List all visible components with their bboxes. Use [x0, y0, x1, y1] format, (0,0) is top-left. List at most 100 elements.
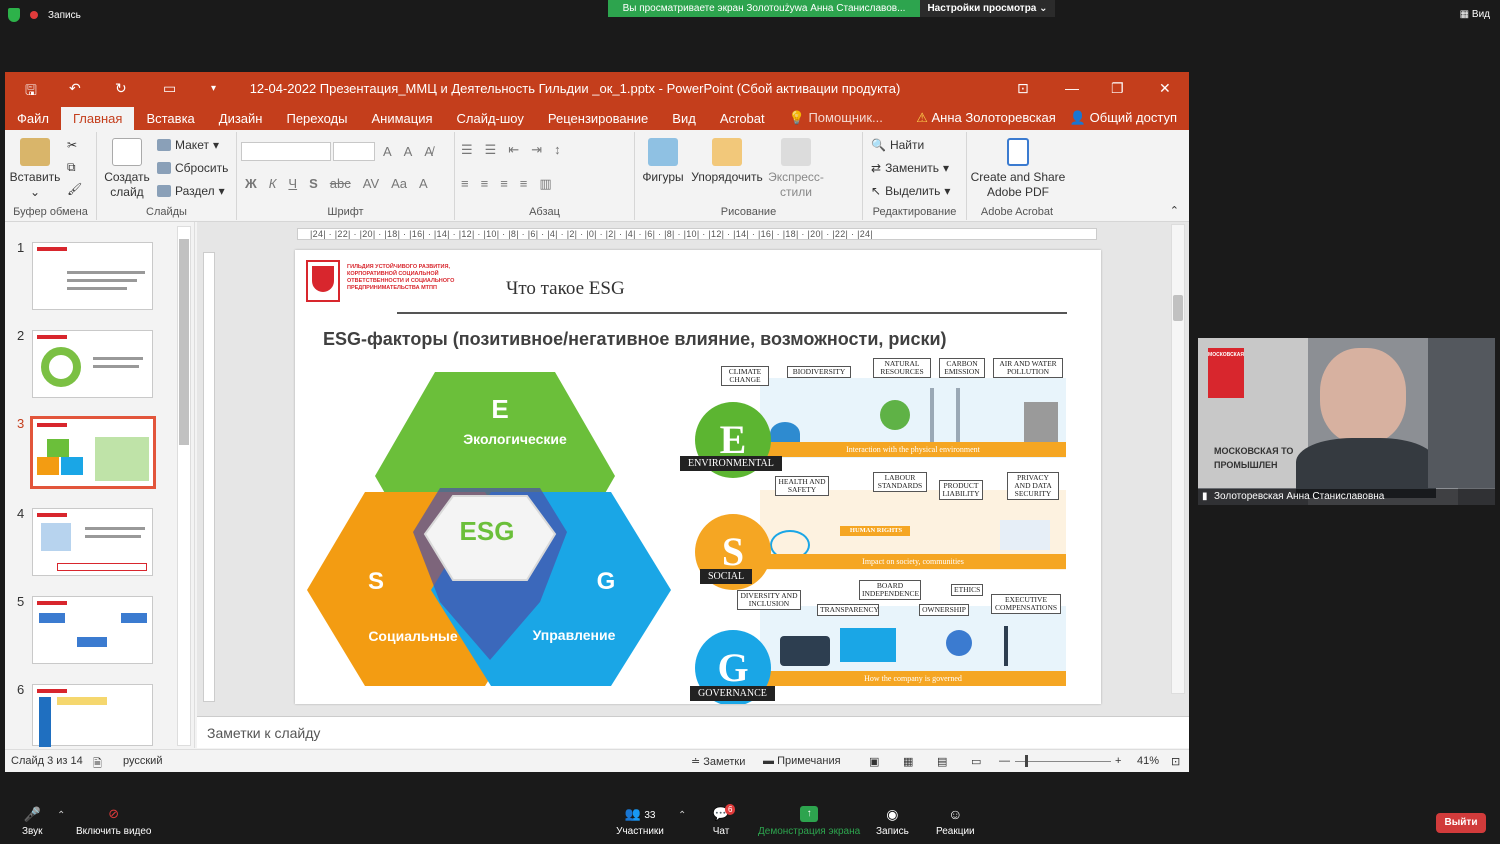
underline-icon[interactable]: Ч [288, 176, 297, 191]
scroll-thumb[interactable] [179, 239, 189, 445]
cut-icon[interactable]: ✂ [67, 138, 77, 152]
zoom-slider-thumb[interactable] [1025, 755, 1028, 767]
slide-title[interactable]: Что такое ESG [506, 278, 625, 300]
minimize-icon[interactable]: — [1065, 80, 1079, 96]
scroll-thumb[interactable] [1173, 295, 1183, 321]
fit-slide-icon[interactable]: ⊡ [1171, 755, 1180, 768]
slide-subtitle[interactable]: ESG-факторы (позитивное/негативное влиян… [323, 329, 947, 350]
tab-home[interactable]: Главная [60, 107, 135, 130]
tab-transitions[interactable]: Переходы [274, 111, 359, 130]
share-button[interactable]: 👤 Общий доступ [1070, 110, 1177, 126]
tab-insert[interactable]: Вставка [134, 111, 206, 130]
sorter-view-icon[interactable]: ▦ [903, 755, 913, 768]
user-account[interactable]: ⚠ Анна Золоторевская [916, 110, 1056, 126]
redo-icon[interactable]: ↻ [115, 80, 127, 97]
save-icon[interactable]: 🖫 [25, 80, 37, 104]
zoom-out-icon[interactable]: — [999, 755, 1010, 767]
paste-button[interactable]: Вставить ⌄ [9, 138, 61, 200]
record-button[interactable]: ◉ Запись [876, 806, 909, 837]
zoom-level[interactable]: 41% [1137, 755, 1159, 767]
esg-infographic[interactable]: Interaction with the physical environmen… [675, 358, 1075, 704]
font-color-icon[interactable]: A [419, 176, 428, 191]
slide-thumbnail-2[interactable] [32, 330, 153, 398]
ribbon-display-icon[interactable]: ⊡ [1017, 80, 1029, 97]
notes-button[interactable]: ≐ Заметки [691, 755, 745, 768]
font-size-field[interactable] [333, 142, 375, 161]
tab-file[interactable]: Файл [5, 111, 61, 130]
view-button[interactable]: ▦ Вид [1460, 9, 1490, 20]
clear-format-icon[interactable]: A̸ [424, 144, 433, 159]
notes-pane[interactable]: Заметки к слайду [197, 716, 1189, 748]
tab-slideshow[interactable]: Слайд-шоу [445, 111, 536, 130]
tab-assistant[interactable]: 💡 Помощник... [777, 110, 895, 130]
select-button[interactable]: ↖ Выделить ▾ [871, 184, 950, 198]
columns-icon[interactable]: ▥ [539, 176, 551, 192]
zoom-slider[interactable] [1015, 761, 1111, 762]
express-styles-button[interactable]: Экспресс-стили [765, 138, 827, 200]
align-left-icon[interactable]: ≡ [461, 176, 469, 192]
numbering-icon[interactable]: ☰ [485, 142, 497, 158]
bullets-icon[interactable]: ☰ [461, 142, 473, 158]
slide-thumbnail-6[interactable] [32, 684, 153, 747]
align-right-icon[interactable]: ≡ [500, 176, 508, 192]
view-settings-button[interactable]: Настройки просмотра ⌄ [920, 0, 1055, 17]
reset-button[interactable]: Сбросить [157, 161, 228, 175]
indent-increase-icon[interactable]: ⇥ [531, 142, 542, 158]
tab-view[interactable]: Вид [660, 111, 708, 130]
spellcheck-icon[interactable]: 🗎 [93, 755, 102, 774]
bold-icon[interactable]: Ж [245, 176, 257, 191]
collapse-ribbon-icon[interactable]: ⌃ [1170, 204, 1179, 217]
comments-button[interactable]: ▬ Примечания [763, 755, 841, 767]
tab-animations[interactable]: Анимация [359, 111, 444, 130]
create-slide-button[interactable]: Создать слайд [101, 138, 153, 200]
strike-icon[interactable]: abc [330, 176, 351, 191]
tab-review[interactable]: Рецензирование [536, 111, 660, 130]
slideshow-view-icon[interactable]: ▭ [971, 755, 981, 768]
copy-icon[interactable]: ⧉ [67, 160, 76, 175]
align-center-icon[interactable]: ≡ [481, 176, 489, 192]
layout-button[interactable]: Макет ▾ [157, 138, 219, 152]
shrink-font-icon[interactable]: A [404, 144, 413, 159]
participants-button[interactable]: 👥 33 Участники [616, 806, 664, 837]
thumbnails-scrollbar[interactable] [177, 226, 191, 746]
reading-view-icon[interactable]: ▤ [937, 755, 947, 768]
tab-acrobat[interactable]: Acrobat [708, 111, 777, 130]
normal-view-icon[interactable]: ▣ [869, 755, 879, 768]
format-painter-icon[interactable]: 🖌 [67, 182, 82, 196]
slide-thumbnail-3[interactable] [30, 416, 156, 489]
share-screen-button[interactable]: ↑ Демонстрация экрана [758, 806, 860, 837]
case-icon[interactable]: Aa [391, 176, 407, 191]
find-button[interactable]: 🔍 Найти [871, 138, 924, 152]
slide-thumbnail-4[interactable] [32, 508, 153, 576]
slide-thumbnail-5[interactable] [32, 596, 153, 664]
customize-toolbar-icon[interactable]: ▾ [211, 83, 216, 94]
leave-button[interactable]: Выйти [1436, 813, 1486, 833]
zoom-in-icon[interactable]: + [1115, 755, 1121, 767]
line-spacing-icon[interactable]: ↕ [554, 142, 561, 158]
close-icon[interactable]: ✕ [1159, 80, 1171, 97]
participants-options-chevron-icon[interactable]: ⌃ [678, 810, 686, 821]
shadow-icon[interactable]: S [309, 176, 318, 191]
tab-design[interactable]: Дизайн [207, 111, 275, 130]
section-button[interactable]: Раздел ▾ [157, 184, 225, 198]
mic-button[interactable]: 🎤 Звук [22, 806, 43, 837]
slideshow-start-icon[interactable]: ▭ [163, 80, 176, 97]
slide-thumbnail-1[interactable] [32, 242, 153, 310]
editor-scrollbar[interactable] [1171, 224, 1185, 694]
font-name-field[interactable] [241, 142, 331, 161]
video-button[interactable]: ⊘ Включить видео [76, 806, 152, 837]
create-pdf-button[interactable]: Create and Share Adobe PDF [969, 138, 1067, 200]
language-indicator[interactable]: русский [123, 755, 162, 767]
indent-decrease-icon[interactable]: ⇤ [508, 142, 519, 158]
arrange-button[interactable]: Упорядочить [689, 138, 765, 185]
reactions-button[interactable]: ☺ Реакции [936, 806, 975, 837]
mic-options-chevron-icon[interactable]: ⌃ [57, 810, 65, 821]
participant-video[interactable]: МОСКОВСКАЯ МОСКОВСКАЯ ТО ПРОМЫШЛЕН ▮ Золо… [1198, 338, 1495, 505]
spacing-icon[interactable]: AV [363, 176, 379, 191]
undo-icon[interactable]: ↶ [69, 80, 81, 97]
security-shield-icon[interactable] [8, 8, 20, 22]
italic-icon[interactable]: К [269, 176, 277, 191]
grow-font-icon[interactable]: A [383, 144, 392, 159]
slide-canvas[interactable]: ГИЛЬДИЯ УСТОЙЧИВОГО РАЗВИТИЯ, КОРПОРАТИВ… [295, 250, 1101, 704]
maximize-icon[interactable]: ❐ [1111, 80, 1124, 97]
